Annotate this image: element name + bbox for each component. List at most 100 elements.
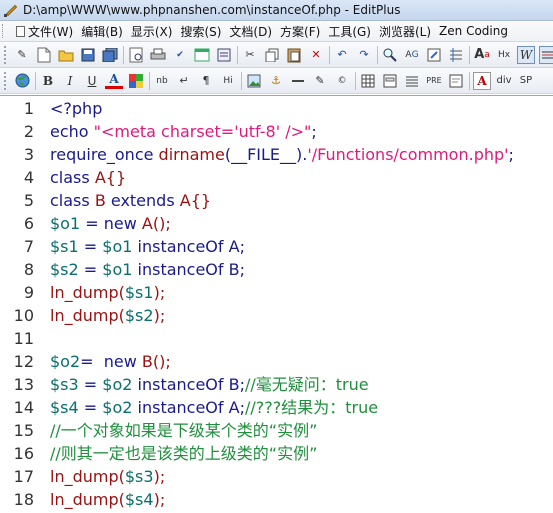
cliptext-icon[interactable] [215,46,233,64]
code-line[interactable]: 10 ln_dump($s2); [0,304,553,327]
save-all-icon[interactable] [101,46,119,64]
code-line[interactable]: 1 <?php [0,97,553,120]
code-text: <?php [50,97,102,120]
code-line[interactable]: 6 $o1 = new A(); [0,212,553,235]
color-palette-icon[interactable] [127,72,145,90]
code-line[interactable]: 7 $s1 = $o1 instanceOf A; [0,235,553,258]
line-number: 15 [13,421,34,440]
copyright-icon[interactable]: © [333,72,351,90]
spell-check-icon[interactable]: ✔ [171,46,189,64]
menu-browser[interactable]: 浏览器(L) [375,23,435,40]
font-color-button[interactable]: A [105,72,123,89]
menu-zen-coding[interactable]: Zen Coding [435,24,512,38]
ruler-icon[interactable] [539,45,553,64]
nbsp-button[interactable]: nb [153,72,171,90]
paste-icon[interactable] [285,46,303,64]
code-line[interactable]: 16 //则其一定也是该类的上级类的“实例” [0,442,553,465]
comment-icon[interactable] [447,72,465,90]
code-text: $s4 = $o2 instanceOf A;//???结果为：true [50,396,378,419]
code-line[interactable]: 14 $s4 = $o2 instanceOf A;//???结果为：true [0,396,553,419]
font-size-icon[interactable]: Aa [473,46,491,64]
code-line[interactable]: 17 ln_dump($s3); [0,465,553,488]
line-numbers-icon[interactable] [447,46,465,64]
div-button[interactable]: div [495,72,513,90]
print-preview-icon[interactable] [127,46,145,64]
save-icon[interactable] [79,46,97,64]
horizontal-rule-icon[interactable] [289,72,307,90]
replace-icon[interactable]: AG [403,46,421,64]
code-token: dirname [158,145,225,164]
line-number: 1 [23,99,34,118]
find-in-files-icon[interactable] [425,46,443,64]
find-icon[interactable] [381,46,399,64]
table-icon[interactable] [359,72,377,90]
code-token: ln_dump( [50,467,125,486]
form-icon[interactable] [381,72,399,90]
document-icon [16,25,25,37]
font-tag-icon[interactable]: A [473,71,491,90]
code-token: new [103,352,142,371]
code-line[interactable]: 5 class B extends A{} [0,189,553,212]
code-line[interactable]: 3 require_once dirname(__FILE__).'/Functi… [0,143,553,166]
menu-view[interactable]: 显示(X) [127,23,177,40]
bold-button[interactable]: B [39,72,57,90]
line-number: 7 [23,237,34,256]
menu-edit[interactable]: 编辑(B) [77,23,127,40]
image-icon[interactable] [245,72,263,90]
line-number: 3 [23,145,34,164]
code-token: $s3 [124,467,154,486]
pencil-icon[interactable]: ✎ [13,46,31,64]
code-token: require_once [50,145,159,164]
browser-preview-icon[interactable] [193,46,211,64]
copy-icon[interactable] [263,46,281,64]
code-line[interactable]: 8 $s2 = $o1 instanceOf B; [0,258,553,281]
edit-tag-icon[interactable]: ✎ [311,72,329,90]
undo-icon[interactable]: ↶ [333,46,351,64]
line-number: 16 [13,444,34,463]
code-token: class [50,168,95,187]
italic-button[interactable]: I [61,72,79,90]
print-icon[interactable] [149,46,167,64]
code-token: new [103,214,142,233]
code-line[interactable]: 18 ln_dump($s4); [0,488,553,511]
menu-file[interactable]: 文件(W) [12,23,77,40]
menu-project[interactable]: 方案(F) [276,23,324,40]
underline-button[interactable]: U [83,72,101,90]
paragraph-button[interactable]: ¶ [197,72,215,90]
code-token: '/Functions/common.php' [307,145,509,164]
pre-button[interactable]: PRE [425,72,443,90]
heading-hx-icon[interactable]: Hx [495,46,513,64]
cut-icon[interactable]: ✂ [241,46,259,64]
menu-tools[interactable]: 工具(G) [324,23,375,40]
code-line[interactable]: 12 $o2= new B(); [0,350,553,373]
code-line[interactable]: 2 echo "<meta charset='utf-8' />"; [0,120,553,143]
code-line[interactable]: 15 //一个对象如果是下级某个类的“实例” [0,419,553,442]
delete-icon[interactable]: ✕ [307,46,325,64]
code-editor[interactable]: 1 <?php 2 echo "<meta charset='utf-8' />"; 3… [0,95,553,513]
new-file-icon[interactable] [35,46,53,64]
open-folder-icon[interactable] [57,46,75,64]
code-token: A{} [179,191,212,210]
globe-icon[interactable] [13,72,31,90]
code-line[interactable]: 11 [0,327,553,350]
code-token: instanceOf A; [132,237,245,256]
list-icon[interactable] [403,72,421,90]
menu-document[interactable]: 文档(D) [225,23,276,40]
redo-icon[interactable]: ↷ [355,46,373,64]
code-token: $s3 [50,375,79,394]
html-toolbar: B I U A nb ↵ ¶ Hi ⚓ ✎ © PRE A div SP [0,68,553,94]
code-token: echo [50,122,94,141]
anchor-icon[interactable]: ⚓ [267,72,285,90]
line-number: 12 [13,352,34,371]
highlight-button[interactable]: Hi [219,72,237,90]
span-button[interactable]: SP [517,72,535,90]
code-line[interactable]: 13 $s3 = $o2 instanceOf B;//毫无疑问：true [0,373,553,396]
menu-search[interactable]: 搜索(S) [176,23,225,40]
code-line[interactable]: 4 class A{} [0,166,553,189]
code-line[interactable]: 9 ln_dump($s1); [0,281,553,304]
code-token: B [94,191,111,210]
line-break-button[interactable]: ↵ [175,72,193,90]
code-token: $o1 [102,237,133,256]
line-number: 17 [13,467,34,486]
word-wrap-icon[interactable]: W [517,45,535,64]
